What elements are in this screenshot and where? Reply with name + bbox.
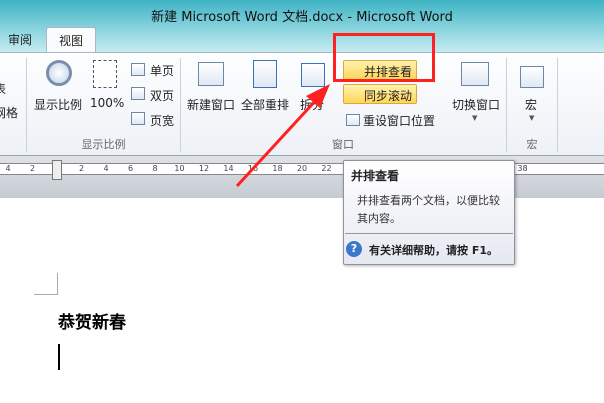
annotation-arrow <box>235 84 330 188</box>
